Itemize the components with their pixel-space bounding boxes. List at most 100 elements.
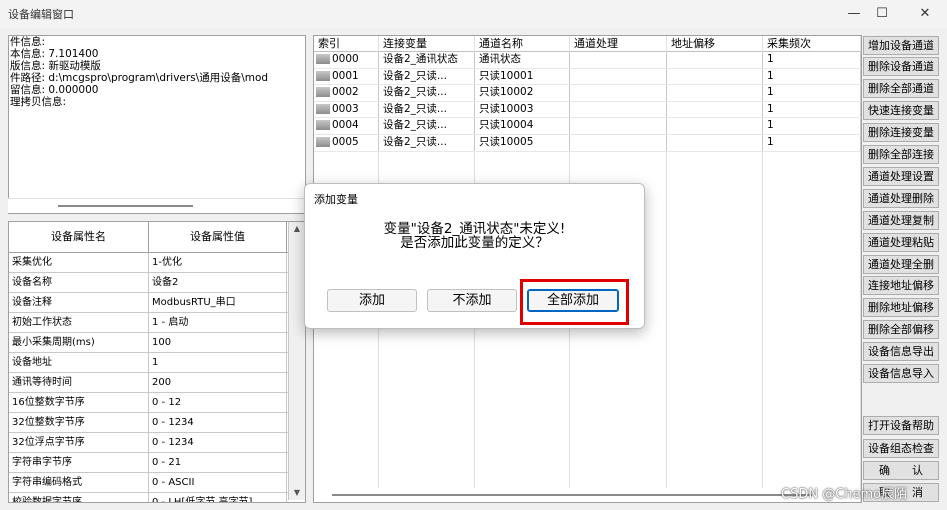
column-header-property-name[interactable]: 设备属性名 (9, 222, 149, 252)
frequency-cell: 1 (763, 85, 861, 101)
variable-cell: 设备2_只读... (379, 68, 475, 85)
property-row[interactable]: 32位整数字节序 0 - 1234 (9, 413, 305, 433)
side-button-16[interactable]: 设备信息导入 (863, 364, 939, 383)
side-button-11[interactable]: 通道处理全删 (863, 255, 939, 274)
side-button-4[interactable]: 快速连接变量 (863, 101, 939, 120)
property-name-cell: 设备注释 (9, 293, 149, 312)
property-value-cell[interactable]: 100 (149, 333, 287, 352)
property-row[interactable]: 最小采集周期(ms) 100 (9, 333, 305, 353)
property-row[interactable]: 设备地址 1 (9, 353, 305, 373)
frequency-cell: 1 (763, 118, 861, 134)
property-value-cell[interactable]: 1 (149, 353, 287, 372)
side-button-6[interactable]: 删除全部连接 (863, 145, 939, 164)
property-row[interactable]: 字符串编码格式 0 - ASCII (9, 473, 305, 493)
index-cell: 0005 (314, 134, 379, 151)
config-check-button[interactable]: 设备组态检查 (863, 439, 939, 458)
column-header-address-offset[interactable]: 地址偏移 (667, 36, 763, 51)
confirm-button[interactable]: 确 认 (863, 461, 939, 480)
property-vertical-scrollbar[interactable]: ▲ ▼ (288, 222, 305, 500)
property-value-cell[interactable]: 1-优化 (149, 253, 287, 272)
dialog-message-line1: 变量"设备2_通讯状态"未定义! (383, 221, 566, 237)
side-button-2[interactable]: 删除设备通道 (863, 57, 939, 76)
channel-row[interactable]: 0005 设备2_只读... 只读10005 1 (314, 134, 861, 152)
property-value-cell[interactable]: 1 - 启动 (149, 313, 287, 332)
info-horizontal-scrollbar[interactable] (8, 198, 304, 213)
index-text: 0004 (332, 119, 359, 132)
column-header-index[interactable]: 索引 (314, 36, 379, 51)
property-value-cell[interactable]: 0 - ASCII (149, 473, 287, 492)
scroll-down-icon[interactable]: ▼ (289, 486, 305, 500)
channel-grid-header: 索引 连接变量 通道名称 通道处理 地址偏移 采集频次 (314, 36, 861, 52)
variable-cell: 设备2_通讯状态 (379, 52, 475, 68)
property-value-cell[interactable]: 0 - 12 (149, 393, 287, 412)
property-value-cell[interactable]: 0 - 1234 (149, 433, 287, 452)
column-header-property-value[interactable]: 设备属性值 (149, 222, 287, 252)
property-table-header: 设备属性名 设备属性值 (9, 222, 305, 253)
side-button-5[interactable]: 删除连接变量 (863, 123, 939, 142)
channel-row[interactable]: 0000 设备2_通讯状态 通讯状态 1 (314, 52, 861, 69)
column-header-channel-name[interactable]: 通道名称 (475, 36, 570, 51)
open-device-help-button[interactable]: 打开设备帮助 (863, 416, 939, 435)
channel-row[interactable]: 0004 设备2_只读... 只读10004 1 (314, 118, 861, 135)
property-row[interactable]: 字符串字节序 0 - 21 (9, 453, 305, 473)
property-row[interactable]: 通讯等待时间 200 (9, 373, 305, 393)
index-text: 0002 (332, 86, 359, 99)
column-header-variable[interactable]: 连接变量 (379, 36, 475, 51)
property-row[interactable]: 32位浮点字节序 0 - 1234 (9, 433, 305, 453)
property-row[interactable]: 设备名称 设备2 (9, 273, 305, 293)
dialog-message-line2: 是否添加此变量的定义？ (400, 235, 549, 251)
side-button-7[interactable]: 通道处理设置 (863, 167, 939, 186)
property-row[interactable]: 采集优化 1-优化 (9, 253, 305, 273)
property-row[interactable]: 校验数据字节序 0 - LH[低字节,高字节] (9, 493, 305, 502)
no-add-button[interactable]: 不添加 (427, 289, 517, 312)
side-button-12[interactable]: 连接地址偏移 (863, 276, 939, 295)
grid-horizontal-scrollbar[interactable] (314, 488, 859, 502)
side-button-10[interactable]: 通道处理粘贴 (863, 233, 939, 252)
property-value-cell[interactable]: 0 - 21 (149, 453, 287, 472)
property-row[interactable]: 16位整数字节序 0 - 12 (9, 393, 305, 413)
channel-row[interactable]: 0002 设备2_只读... 只读10002 1 (314, 85, 861, 102)
property-value-cell[interactable]: 0 - LH[低字节,高字节] (149, 493, 287, 502)
side-button-8[interactable]: 通道处理删除 (863, 189, 939, 208)
info-line: 留信息: 0.000000 (10, 84, 99, 96)
channel-name-cell: 只读10002 (475, 85, 570, 101)
maximize-button[interactable]: ☐ (862, 4, 902, 24)
side-button-1[interactable]: 增加设备通道 (863, 36, 939, 55)
channel-row[interactable]: 0001 设备2_只读... 只读10001 1 (314, 68, 861, 86)
property-name-cell: 字符串字节序 (9, 453, 149, 472)
property-name-cell: 最小采集周期(ms) (9, 333, 149, 352)
property-value-cell[interactable]: 200 (149, 373, 287, 392)
channel-name-cell: 只读10001 (475, 68, 570, 85)
property-row[interactable]: 设备注释 ModbusRTU_串口 (9, 293, 305, 313)
property-row[interactable]: 初始工作状态 1 - 启动 (9, 313, 305, 333)
driver-info-box[interactable]: 件信息: 本信息: 7.101400 版信息: 新驱动模版 件路径: d:\mc… (8, 35, 306, 214)
scrollbar-thumb[interactable] (58, 205, 193, 207)
dialog-title: 添加变量 (314, 193, 358, 206)
property-value-cell[interactable]: 设备2 (149, 273, 287, 292)
scroll-up-icon[interactable]: ▲ (289, 222, 305, 236)
window-title: 设备编辑窗口 (8, 8, 74, 21)
property-name-cell: 设备地址 (9, 353, 149, 372)
column-header-processing[interactable]: 通道处理 (570, 36, 667, 51)
device-property-table: 设备属性名 设备属性值 采集优化 1-优化 设备名称 设备2 设备注释 ModbusRTU… (8, 221, 306, 503)
title-bar: 设备编辑窗口 — ☐ ✕ (0, 0, 947, 28)
property-name-cell: 采集优化 (9, 253, 149, 272)
offset-cell (667, 85, 763, 101)
side-button-9[interactable]: 通道处理复制 (863, 211, 939, 230)
property-name-cell: 16位整数字节序 (9, 393, 149, 412)
processing-cell (570, 118, 667, 134)
processing-cell (570, 85, 667, 101)
property-value-cell[interactable]: 0 - 1234 (149, 413, 287, 432)
channel-row[interactable]: 0003 设备2_只读... 只读10003 1 (314, 101, 861, 119)
side-button-15[interactable]: 设备信息导出 (863, 342, 939, 361)
scrollbar-thumb[interactable] (332, 494, 812, 496)
add-button[interactable]: 添加 (327, 289, 417, 312)
side-button-3[interactable]: 删除全部通道 (863, 79, 939, 98)
side-button-13[interactable]: 删除地址偏移 (863, 298, 939, 317)
close-button[interactable]: ✕ (905, 4, 945, 24)
index-text: 0001 (332, 69, 359, 82)
frequency-cell: 1 (763, 68, 861, 85)
column-header-frequency[interactable]: 采集频次 (763, 36, 861, 51)
property-value-cell[interactable]: ModbusRTU_串口 (149, 293, 287, 312)
side-button-14[interactable]: 删除全部偏移 (863, 320, 939, 339)
